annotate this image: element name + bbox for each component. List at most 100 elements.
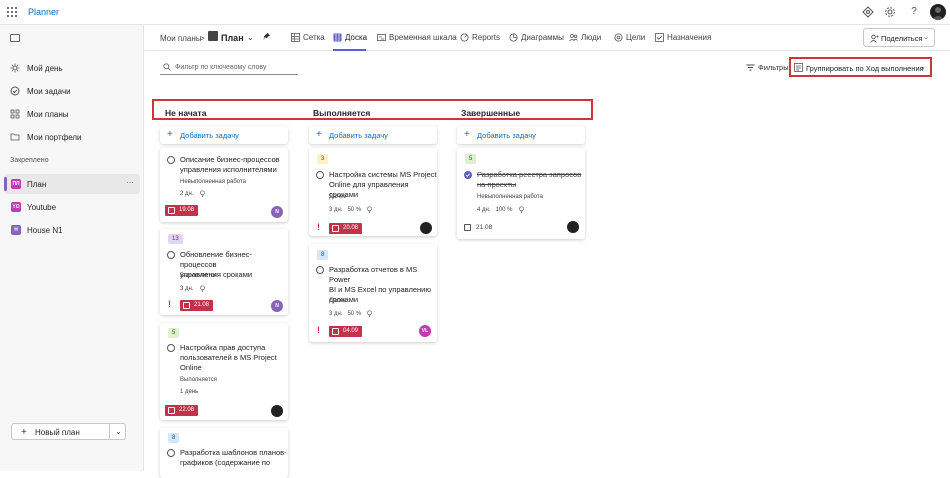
app-name[interactable]: Planner bbox=[28, 7, 59, 17]
complete-task-checkbox[interactable] bbox=[316, 171, 324, 179]
task-progress: 100 % bbox=[495, 206, 513, 213]
share-label: Поделиться bbox=[881, 34, 923, 43]
sidebar-pinned-plan[interactable]: ПЛ План ··· bbox=[4, 174, 140, 194]
lightbulb-icon bbox=[367, 310, 373, 317]
board-column-headers: Не начата Выполняется Завершенные bbox=[152, 99, 593, 120]
add-task-button[interactable]: + Добавить задачу bbox=[309, 126, 437, 144]
new-plan-label: Новый план bbox=[35, 428, 80, 437]
calendar-icon bbox=[183, 302, 190, 309]
add-task-label: Добавить задачу bbox=[477, 131, 536, 140]
chevron-down-icon[interactable]: ⌄ bbox=[115, 427, 122, 436]
gear-icon[interactable] bbox=[884, 6, 896, 18]
app-launcher-icon[interactable] bbox=[7, 7, 18, 18]
more-options-icon[interactable]: ··· bbox=[126, 178, 134, 187]
tab-assignments[interactable]: Назначения bbox=[655, 33, 711, 42]
task-label-badge: 13 bbox=[168, 234, 183, 244]
task-card[interactable]: 3 Настройка системы MS Project Online для… bbox=[309, 148, 437, 236]
complete-task-checkbox[interactable] bbox=[316, 266, 324, 274]
task-duration: 3 дн. bbox=[180, 285, 194, 292]
assignee-avatar[interactable]: N bbox=[271, 300, 283, 312]
add-task-button[interactable]: + Добавить задачу bbox=[160, 126, 288, 144]
task-card[interactable]: 5 Настройка прав доступа пользователей в … bbox=[160, 323, 288, 420]
assignee-avatar[interactable]: N bbox=[271, 206, 283, 218]
task-label-badge: 5 bbox=[168, 328, 180, 338]
column-header-not-started[interactable]: Не начата bbox=[165, 108, 206, 118]
lightbulb-icon bbox=[367, 206, 373, 213]
due-date-badge: 22.08 bbox=[165, 405, 199, 416]
group-icon bbox=[794, 63, 803, 72]
assignee-avatar[interactable] bbox=[420, 222, 432, 234]
sidebar-item-my-plans[interactable]: Мои планы bbox=[0, 104, 144, 124]
calendar-icon bbox=[168, 207, 175, 214]
plan-icon bbox=[208, 31, 218, 41]
sidebar-item-my-day[interactable]: Мой день bbox=[0, 58, 144, 78]
diamond-icon[interactable] bbox=[862, 6, 874, 18]
calendar-icon bbox=[464, 224, 471, 231]
task-card[interactable]: 5 Разработка реестра запросов на проекты … bbox=[457, 148, 585, 239]
tab-timeline[interactable]: Временная шкала bbox=[377, 33, 457, 42]
task-bucket: Выполняется bbox=[180, 273, 217, 279]
plan-icon: H bbox=[11, 225, 21, 235]
task-progress: 50 % bbox=[347, 310, 362, 317]
task-duration: 4 дн. bbox=[477, 206, 491, 213]
share-button[interactable]: Поделиться ⌄ bbox=[863, 28, 935, 47]
column-header-in-progress[interactable]: Выполняется bbox=[313, 108, 370, 118]
calendar-icon bbox=[332, 328, 339, 335]
add-task-button[interactable]: + Добавить задачу bbox=[457, 126, 585, 144]
task-meta: 4 дн. 100 % bbox=[477, 206, 525, 213]
tab-reports[interactable]: Reports bbox=[460, 33, 500, 42]
people-icon bbox=[569, 33, 578, 42]
sidebar-pinned-youtube[interactable]: YO Youtube bbox=[4, 197, 140, 217]
column-header-completed[interactable]: Завершенные bbox=[461, 108, 520, 118]
add-task-label: Добавить задачу bbox=[180, 131, 239, 140]
sun-icon bbox=[10, 63, 20, 73]
plus-icon: + bbox=[21, 427, 27, 438]
breadcrumb-my-plans[interactable]: Мои планы bbox=[160, 34, 202, 43]
task-card[interactable]: 8 Разработка отчетов в MS Power BI и MS E… bbox=[309, 244, 437, 342]
tab-people[interactable]: Люди bbox=[569, 33, 601, 42]
task-label-badge: 5 bbox=[465, 154, 477, 164]
collapse-sidebar-icon[interactable] bbox=[10, 34, 20, 42]
plan-title[interactable]: План bbox=[221, 33, 244, 43]
filters-button[interactable]: Фильтры bbox=[746, 63, 789, 72]
complete-task-checkbox[interactable] bbox=[167, 449, 175, 457]
grid-icon bbox=[10, 109, 20, 119]
task-progress: 50 % bbox=[347, 206, 362, 213]
lightbulb-icon bbox=[199, 285, 205, 292]
task-card[interactable]: 13 Обновление бизнес-процессов управления… bbox=[160, 229, 288, 315]
plan-icon: YO bbox=[11, 202, 21, 212]
top-bar: Planner ? bbox=[0, 0, 950, 25]
tab-board[interactable]: Доска bbox=[333, 33, 367, 42]
task-meta: 3 дн. bbox=[180, 285, 206, 292]
sidebar-pinned-house[interactable]: H House N1 bbox=[4, 220, 140, 240]
complete-task-checkbox[interactable] bbox=[167, 344, 175, 352]
completed-checkmark-icon[interactable] bbox=[464, 171, 472, 179]
task-meta: 3 дн. 50 % bbox=[329, 206, 373, 213]
help-icon[interactable]: ? bbox=[908, 6, 920, 18]
tab-label: Назначения bbox=[667, 33, 712, 42]
group-by-dropdown[interactable]: Группировать по Ход выполнения ⌄ bbox=[789, 57, 932, 77]
assignee-avatar[interactable]: VL bbox=[419, 325, 431, 337]
priority-important-icon: ! bbox=[168, 299, 171, 309]
new-plan-button[interactable]: + Новый план ⌄ bbox=[11, 423, 126, 440]
active-tab-indicator bbox=[333, 49, 366, 51]
task-meta: 2 дн. bbox=[180, 190, 206, 197]
active-indicator bbox=[4, 177, 7, 191]
divider bbox=[109, 424, 110, 439]
sidebar-item-my-tasks[interactable]: Мои задачи bbox=[0, 81, 144, 101]
user-avatar[interactable] bbox=[930, 4, 946, 20]
complete-task-checkbox[interactable] bbox=[167, 156, 175, 164]
sidebar-item-my-portfolios[interactable]: Мои портфели bbox=[0, 127, 144, 147]
assignee-avatar[interactable] bbox=[567, 221, 579, 233]
tab-goals[interactable]: Цели bbox=[614, 33, 645, 42]
assignee-avatar[interactable] bbox=[271, 405, 283, 417]
calendar-icon bbox=[332, 225, 339, 232]
complete-task-checkbox[interactable] bbox=[167, 251, 175, 259]
tab-charts[interactable]: Диаграммы bbox=[509, 33, 564, 42]
pin-icon[interactable] bbox=[262, 32, 271, 41]
tab-grid[interactable]: Сетка bbox=[291, 33, 325, 42]
keyword-filter-input[interactable]: Фильтр по ключевому слову bbox=[160, 60, 298, 75]
task-card[interactable]: Описание бизнес-процессов управления испо… bbox=[160, 148, 288, 222]
chevron-down-icon[interactable]: ⌄ bbox=[247, 33, 254, 42]
add-task-label: Добавить задачу bbox=[329, 131, 388, 140]
